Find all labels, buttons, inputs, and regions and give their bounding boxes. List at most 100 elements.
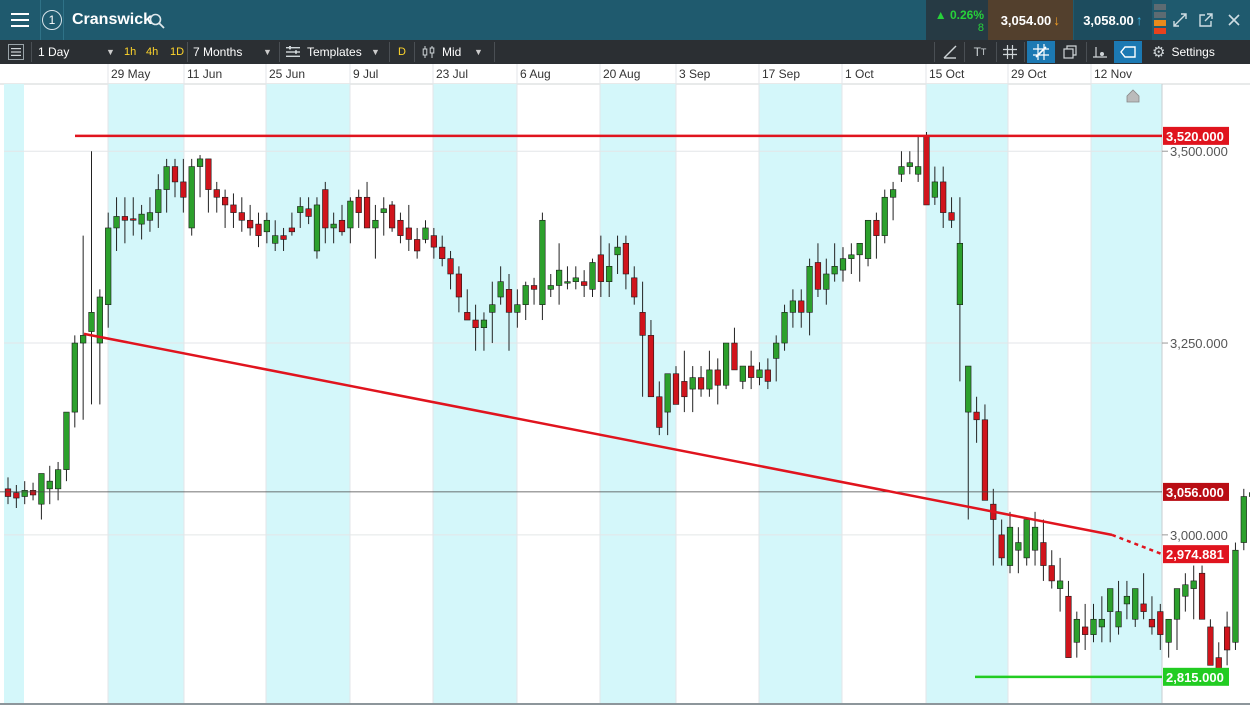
interval-4h[interactable]: 4h — [146, 40, 158, 64]
down-candle — [798, 300, 805, 313]
down-candle — [4, 488, 12, 497]
search-icon[interactable] — [148, 12, 166, 30]
up-candle — [272, 235, 279, 244]
x-tick-label: 23 Jul — [436, 67, 468, 81]
drawing-tool-icon[interactable] — [940, 43, 960, 61]
chart-toolbar: 1 Day ▼ 1h 4h 1D 7 Months ▼ Templates ▼ … — [0, 40, 1250, 64]
up-candle — [589, 262, 596, 290]
up-arrow-icon: ▲ — [934, 8, 947, 22]
text-tool-icon[interactable]: TT — [968, 43, 992, 61]
templates-label: Templates — [307, 45, 362, 59]
price-type-select[interactable]: Mid ▼ — [422, 40, 492, 64]
d-button[interactable]: D — [398, 40, 406, 64]
up-candle — [1090, 618, 1097, 635]
price-chart[interactable]: 29 May 11 Jun 25 Jun 9 Jul 23 Jul 6 Aug 20 Aug… — [0, 64, 1250, 710]
up-candle — [547, 285, 554, 290]
crosshair-icon[interactable] — [1027, 41, 1055, 63]
instrument-name[interactable]: Cranswick — [72, 11, 152, 29]
up-candle — [915, 166, 922, 175]
down-candle — [530, 285, 538, 290]
down-candle — [748, 365, 755, 378]
depth-indicator-icon[interactable] — [1154, 4, 1166, 36]
down-candle — [597, 254, 604, 282]
d-label: D — [398, 46, 406, 58]
range-select[interactable]: 7 Months ▼ — [193, 40, 277, 64]
interval-select[interactable]: 1 Day ▼ — [38, 40, 118, 64]
resistance-price-label-text: 3,520.000 — [1166, 129, 1224, 144]
up-candle — [138, 213, 145, 225]
up-candle — [614, 246, 621, 256]
down-candle — [1040, 542, 1047, 566]
up-candle — [113, 216, 120, 229]
alert-count-badge[interactable]: 1 — [42, 10, 62, 30]
down-candle — [1157, 611, 1164, 635]
price-line-icon[interactable] — [1090, 43, 1110, 61]
x-tick-label: 1 Oct — [845, 67, 874, 81]
down-candle — [13, 492, 20, 499]
up-candle — [806, 266, 813, 313]
close-icon[interactable] — [1224, 10, 1244, 30]
candlestick-chart[interactable]: 29 May 11 Jun 25 Jun 9 Jul 23 Jul 6 Aug 20 Aug… — [0, 64, 1250, 710]
sell-price-button[interactable]: 3,054.00 ↓ — [988, 0, 1073, 40]
down-candle — [1140, 603, 1147, 612]
down-candle — [180, 181, 187, 198]
change-percent: 0.26% — [949, 8, 984, 22]
up-candle — [313, 204, 321, 252]
up-candle — [63, 411, 70, 470]
gear-icon: ⚙ — [1152, 44, 1166, 61]
up-candle — [1240, 496, 1247, 543]
list-icon[interactable] — [8, 44, 24, 60]
price-change: ▲ 0.26% 8 — [926, 0, 988, 40]
expand-icon[interactable] — [1170, 10, 1190, 30]
down-candle — [731, 342, 738, 371]
down-candle — [205, 158, 212, 190]
down-candle — [447, 258, 454, 275]
down-candle — [439, 246, 446, 259]
settings-button[interactable]: ⚙ Settings — [1152, 40, 1248, 64]
week-band — [433, 84, 517, 704]
templates-button[interactable]: Templates ▼ — [286, 40, 386, 64]
down-candle — [998, 534, 1005, 559]
up-candle — [297, 206, 304, 213]
up-candle — [689, 377, 696, 390]
alert-count: 1 — [48, 13, 56, 27]
popout-icon[interactable] — [1196, 10, 1216, 30]
up-candle — [1006, 526, 1014, 566]
down-candle — [355, 196, 362, 213]
up-candle — [380, 208, 387, 213]
down-candle — [873, 219, 880, 236]
grid-icon[interactable] — [1000, 43, 1020, 61]
interval-1h[interactable]: 1h — [124, 40, 136, 64]
current-price-label: 3,056.000 — [1163, 482, 1229, 501]
price-tag-icon[interactable] — [1114, 41, 1142, 63]
menu-icon[interactable] — [0, 0, 40, 40]
up-candle — [539, 219, 546, 305]
up-candle — [773, 342, 780, 359]
down-candle — [631, 277, 638, 298]
up-candle — [21, 490, 28, 497]
down-candle — [455, 273, 463, 298]
down-candle — [639, 312, 646, 336]
down-candle — [814, 262, 822, 290]
down-candle — [923, 135, 930, 206]
up-candle — [1023, 519, 1030, 559]
buy-price-button[interactable]: 3,058.00 ↑ — [1074, 0, 1152, 40]
interval-1h-label: 1h — [124, 46, 137, 58]
interval-1d[interactable]: 1D — [170, 40, 184, 64]
up-candle — [1098, 618, 1105, 628]
down-candle — [505, 289, 513, 313]
down-candle — [681, 381, 688, 398]
up-candle — [606, 266, 613, 282]
layers-icon[interactable] — [1060, 43, 1080, 61]
up-candle — [522, 285, 529, 305]
up-candle — [155, 189, 162, 213]
up-candle — [71, 342, 78, 413]
up-candle — [1073, 618, 1080, 643]
up-candle — [839, 258, 847, 271]
down-candle — [672, 373, 680, 405]
interval-4h-label: 4h — [146, 46, 159, 58]
up-candle — [906, 162, 913, 167]
y-tick-label: 3,000.000 — [1170, 528, 1228, 543]
down-candle — [973, 411, 980, 421]
down-candle — [1207, 626, 1214, 666]
